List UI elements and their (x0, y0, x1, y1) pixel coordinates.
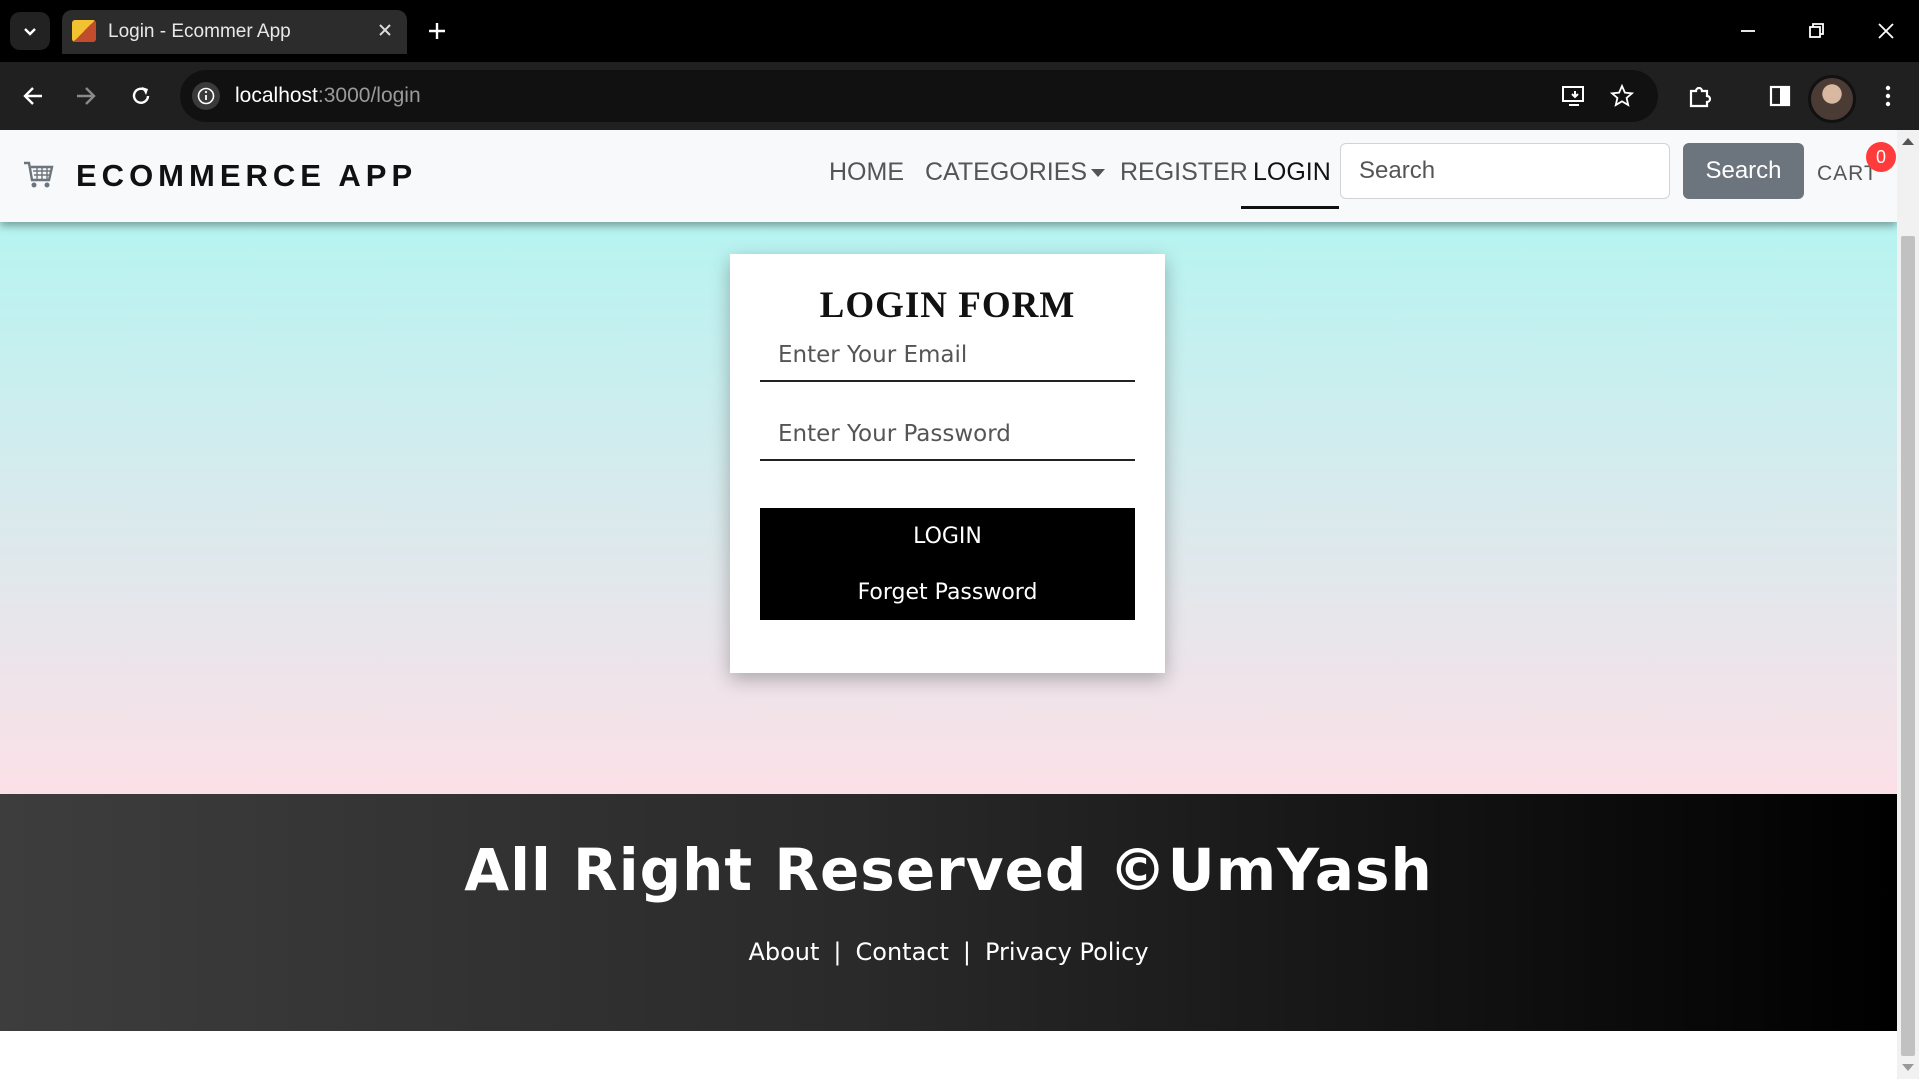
site-navbar: ECOMMERCE APP HOME CATEGORIES REGISTER L… (0, 130, 1897, 222)
cart-logo-icon[interactable] (22, 160, 54, 190)
active-indicator (1241, 206, 1339, 209)
restore-icon[interactable] (1783, 0, 1849, 62)
nav-categories-label: CATEGORIES (925, 158, 1088, 186)
plus-icon[interactable] (420, 14, 454, 48)
scroll-up-icon[interactable] (1902, 138, 1914, 145)
search-button[interactable]: Search (1683, 143, 1804, 199)
url-text[interactable]: localhost:3000/login (235, 84, 421, 108)
footer-separator: | (833, 938, 842, 966)
address-bar[interactable]: localhost:3000/login (180, 70, 1658, 122)
nav-home[interactable]: HOME (829, 158, 904, 187)
password-field[interactable] (760, 409, 1135, 461)
email-field[interactable] (760, 330, 1135, 382)
login-section: LOGIN FORM LOGIN Forget Password (0, 222, 1897, 794)
sidepanel-icon[interactable] (1760, 76, 1800, 116)
forgot-password-link[interactable]: Forget Password (760, 580, 1135, 605)
cart-count-badge: 0 (1866, 142, 1896, 172)
reload-icon[interactable] (121, 76, 161, 116)
scroll-thumb[interactable] (1901, 236, 1915, 1056)
search-input[interactable] (1340, 143, 1670, 199)
install-icon[interactable] (1560, 82, 1588, 110)
footer-contact-link[interactable]: Contact (856, 938, 949, 966)
page-viewport: ECOMMERCE APP HOME CATEGORIES REGISTER L… (0, 130, 1897, 1079)
footer-privacy-link[interactable]: Privacy Policy (985, 938, 1149, 966)
footer-separator: | (962, 938, 971, 966)
caret-down-icon (1091, 169, 1106, 178)
star-icon[interactable] (1608, 82, 1636, 110)
forward-icon[interactable] (66, 76, 106, 116)
footer-about-link[interactable]: About (748, 938, 819, 966)
tab-search-icon[interactable] (10, 12, 50, 50)
browser-tab-bar: Login - Ecommer App (0, 0, 1919, 62)
browser-toolbar: localhost:3000/login (0, 62, 1919, 130)
favicon-icon (72, 20, 96, 42)
extensions-icon[interactable] (1680, 76, 1720, 116)
login-button-label: LOGIN (913, 524, 982, 549)
minimize-icon[interactable] (1715, 0, 1781, 62)
close-icon[interactable] (373, 18, 397, 42)
tab-title: Login - Ecommer App (108, 21, 291, 42)
back-icon[interactable] (13, 76, 53, 116)
scroll-down-icon[interactable] (1902, 1064, 1914, 1071)
more-icon[interactable] (1868, 76, 1908, 116)
page-scrollbar[interactable] (1897, 130, 1919, 1079)
footer-links: About | Contact | Privacy Policy (0, 938, 1897, 966)
nav-categories[interactable]: CATEGORIES (925, 158, 1106, 187)
nav-login[interactable]: LOGIN (1253, 158, 1331, 187)
browser-tab[interactable]: Login - Ecommer App (62, 10, 407, 54)
nav-register[interactable]: REGISTER (1120, 158, 1248, 187)
site-footer: All Right Reserved ©UmYash About | Contact… (0, 794, 1897, 1031)
brand-name[interactable]: ECOMMERCE APP (76, 158, 417, 194)
close-window-icon[interactable] (1853, 0, 1919, 62)
login-card: LOGIN FORM LOGIN Forget Password (730, 254, 1165, 673)
info-icon[interactable] (192, 82, 220, 110)
footer-copyright: All Right Reserved ©UmYash (464, 836, 1433, 904)
profile-avatar[interactable] (1808, 75, 1856, 123)
login-button[interactable]: LOGIN Forget Password (760, 508, 1135, 620)
login-form-title: LOGIN FORM (819, 285, 1076, 326)
